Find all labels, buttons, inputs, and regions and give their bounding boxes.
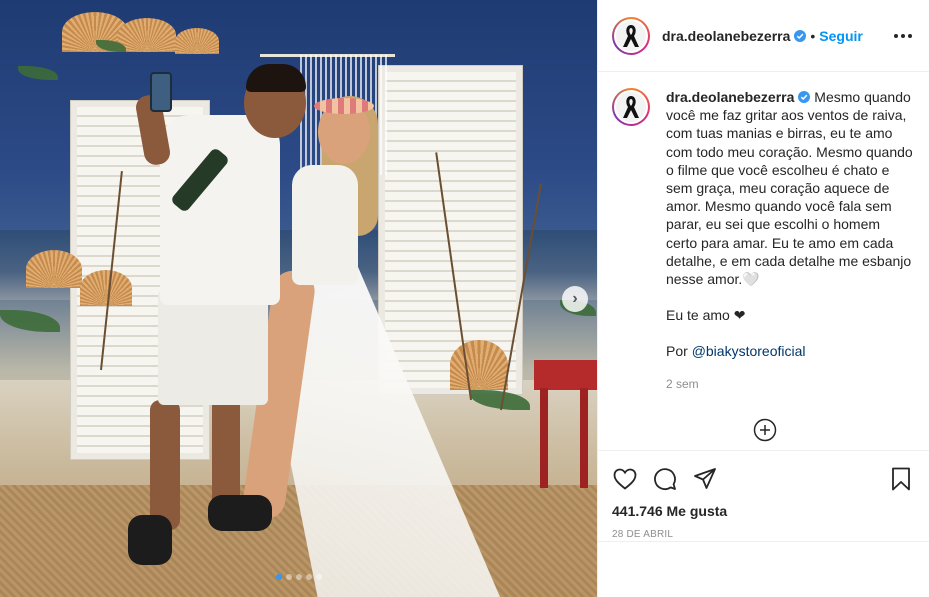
carousel-dot <box>315 574 322 580</box>
comments-area: dra.deolanebezerra Mesmo quando você me … <box>598 72 929 450</box>
load-more-comments-button[interactable] <box>753 418 777 442</box>
photo-red-table-leg <box>540 388 548 488</box>
photo-man-hair <box>246 64 306 92</box>
photo-man-leg <box>150 400 180 530</box>
carousel-next-button[interactable]: › <box>562 286 588 312</box>
caption-love-line: Eu te amo ❤ <box>666 307 746 324</box>
photo-man-shirt <box>160 115 280 305</box>
caption-time-ago: 2 sem <box>666 376 699 391</box>
author-username[interactable]: dra.deolanebezerra <box>662 28 790 44</box>
post-header: dra.deolanebezerra • Seguir <box>598 0 929 72</box>
carousel-dot <box>275 574 282 580</box>
verified-badge-icon <box>798 91 811 103</box>
carousel-dots <box>0 574 597 580</box>
carousel-next-icon: › <box>572 290 578 307</box>
carousel-dot <box>285 574 292 580</box>
photo-man-slipper <box>208 495 272 531</box>
panel-divider <box>598 541 929 542</box>
share-icon <box>694 468 716 489</box>
caption-credit-line: Por @biakystoreoficial <box>666 342 913 360</box>
caption-credit-prefix: Por <box>666 343 692 360</box>
caption-paragraph: Mesmo quando você me faz gritar aos vent… <box>666 89 913 288</box>
load-more-comments-icon <box>753 418 777 442</box>
author-avatar[interactable] <box>612 16 650 55</box>
comment-icon <box>654 468 676 490</box>
verified-badge-icon <box>794 29 807 42</box>
photo-palm-fan <box>450 340 508 390</box>
post-side-panel: dra.deolanebezerra • Seguir dra.deolaneb… <box>597 0 929 597</box>
post-photo[interactable]: › <box>0 0 597 597</box>
more-options-icon <box>894 33 912 38</box>
photo-leaf <box>0 310 60 332</box>
photo-palm-fan <box>175 28 219 54</box>
photo-woman-top <box>292 165 358 285</box>
photo-man-slipper <box>128 515 172 565</box>
black-ribbon-icon <box>623 96 639 118</box>
photo-palm-fan <box>80 270 132 306</box>
save-button[interactable] <box>888 466 914 492</box>
caption-username[interactable]: dra.deolanebezerra <box>666 89 794 105</box>
likes-number: 441.746 <box>612 503 663 519</box>
post-date: 28 de abril <box>612 529 674 540</box>
likes-count[interactable]: 441.746 Me gusta <box>612 503 914 519</box>
save-bookmark-icon <box>892 467 910 491</box>
share-button[interactable] <box>692 466 718 492</box>
caption-row: dra.deolanebezerra Mesmo quando você me … <box>612 88 913 393</box>
carousel-dot <box>295 574 302 580</box>
like-button[interactable] <box>612 466 638 492</box>
action-icons-row <box>612 459 914 499</box>
likes-label: Me gusta <box>666 503 728 519</box>
caption-mention-link[interactable]: @biakystoreoficial <box>692 343 806 359</box>
photo-palm-fan <box>26 250 82 288</box>
photo-phone <box>150 72 172 112</box>
like-heart-icon <box>613 468 637 490</box>
photo-flower-crown <box>314 98 374 114</box>
photo-red-table-leg <box>580 388 588 488</box>
comment-button[interactable] <box>652 466 678 492</box>
photo-red-table <box>534 360 597 390</box>
photo-man-leg <box>212 395 240 510</box>
header-separator: • <box>810 27 816 44</box>
photo-screen-right <box>378 65 523 395</box>
black-ribbon-icon <box>623 24 639 47</box>
photo-man-shorts <box>158 290 268 405</box>
caption-text: dra.deolanebezerra Mesmo quando você me … <box>666 88 913 393</box>
follow-button[interactable]: Seguir <box>819 28 863 44</box>
photo-leaf <box>18 66 58 80</box>
caption-author-avatar[interactable] <box>612 88 650 126</box>
more-options-button[interactable] <box>891 24 915 48</box>
photo-palm-fan <box>118 18 176 52</box>
carousel-dot <box>305 574 312 580</box>
post-actions: 441.746 Me gusta 28 de abril <box>598 450 929 540</box>
